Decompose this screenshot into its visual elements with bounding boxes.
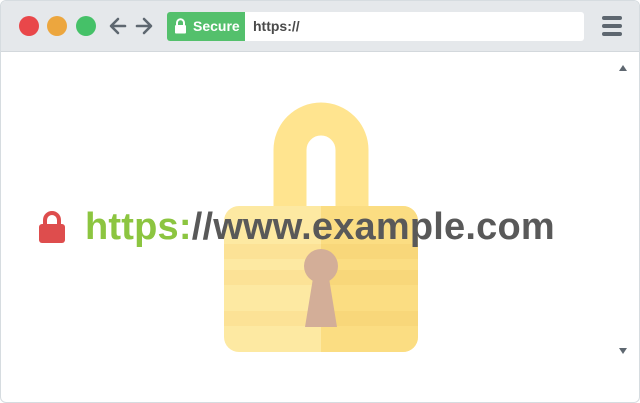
minimize-window-button[interactable]	[47, 16, 67, 36]
address-bar[interactable]: Secure	[167, 12, 584, 41]
menu-button[interactable]	[602, 16, 622, 36]
lock-icon	[39, 211, 65, 243]
arrow-right-icon	[135, 17, 153, 35]
secure-url-display: https://www.example.com	[85, 205, 555, 249]
forward-button[interactable]	[133, 14, 155, 38]
url-domain: //www.example.com	[191, 206, 555, 248]
triangle-up-icon	[619, 65, 627, 71]
triangle-down-icon	[619, 348, 627, 354]
url-input[interactable]	[253, 12, 573, 41]
secure-badge[interactable]: Secure	[167, 12, 245, 41]
scroll-down-button[interactable]	[618, 343, 628, 354]
url-scheme: https:	[85, 206, 192, 248]
page-content: https://www.example.com	[1, 52, 639, 402]
scroll-up-button[interactable]	[618, 60, 628, 71]
secure-label: Secure	[193, 18, 240, 34]
back-button[interactable]	[107, 14, 129, 38]
close-window-button[interactable]	[19, 16, 39, 36]
browser-toolbar: Secure	[1, 1, 639, 52]
lock-icon	[175, 18, 186, 34]
arrow-left-icon	[109, 17, 127, 35]
maximize-window-button[interactable]	[76, 16, 96, 36]
browser-window: Secure https:// https://www.example.com	[0, 0, 640, 403]
